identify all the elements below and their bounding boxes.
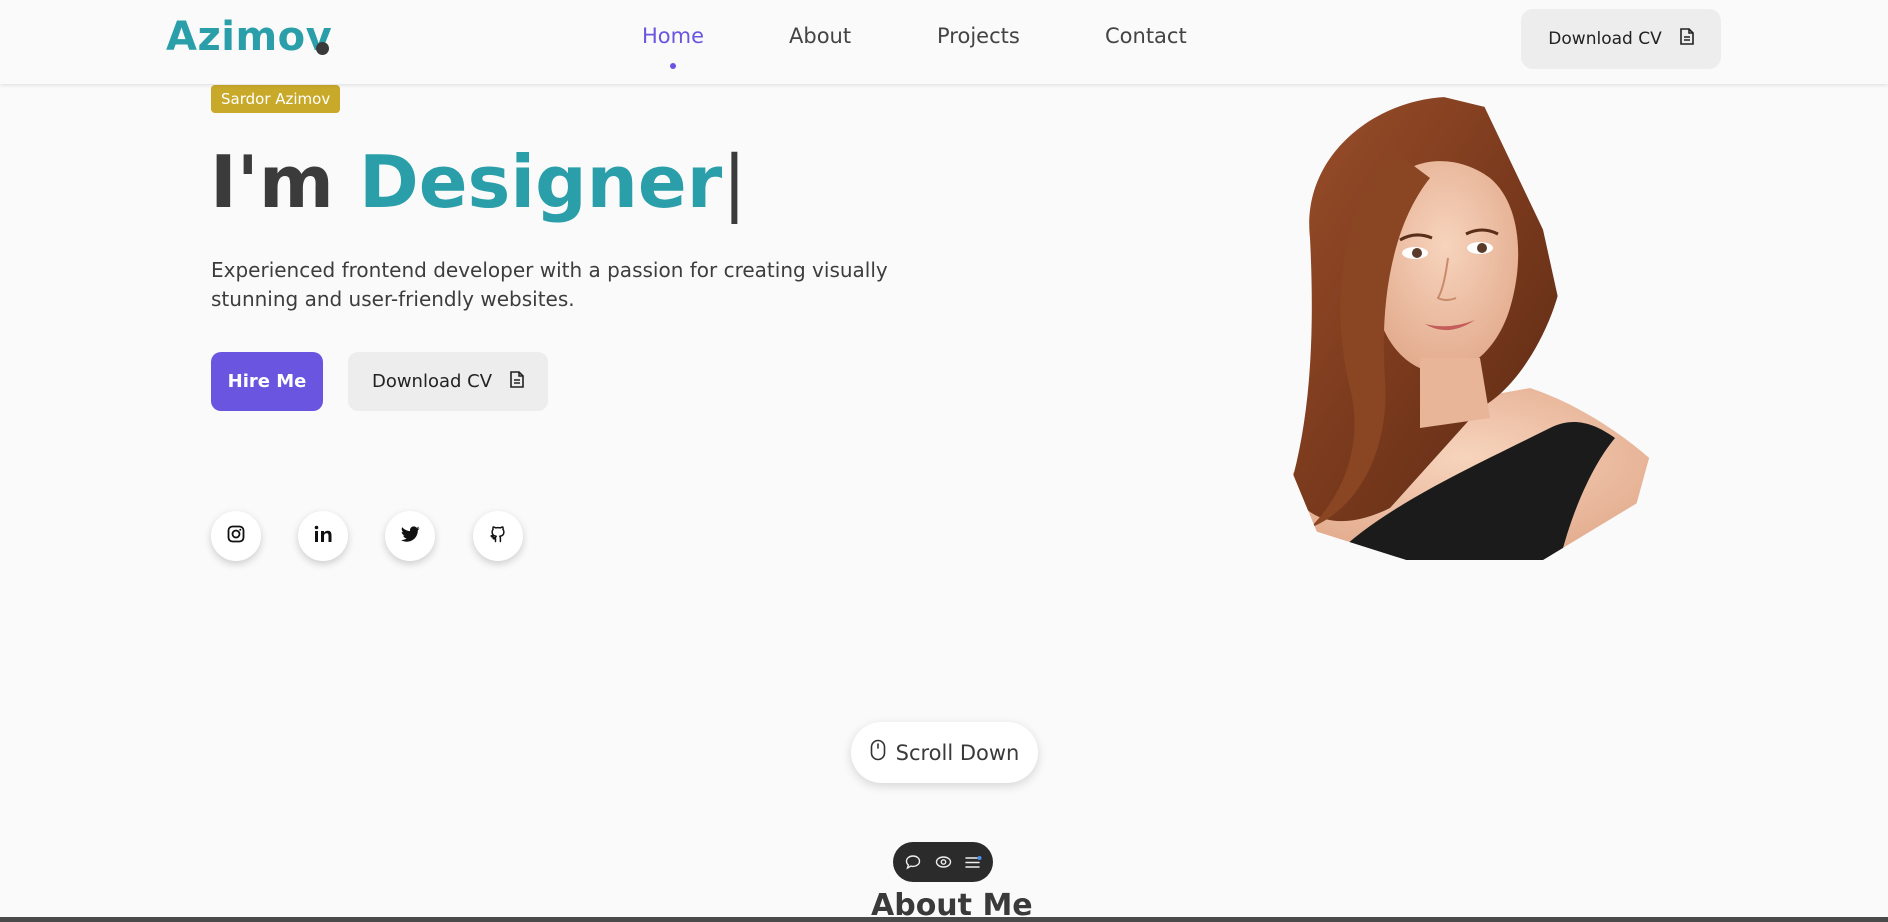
scroll-down-label: Scroll Down — [895, 740, 1020, 765]
logo-dot — [316, 42, 329, 55]
github-icon — [489, 525, 507, 547]
instagram-icon — [227, 525, 245, 547]
document-icon — [1679, 28, 1694, 50]
nav-about[interactable]: About — [789, 24, 851, 54]
twitter-link[interactable] — [385, 511, 435, 561]
download-cv-button[interactable]: Download CV — [348, 352, 548, 411]
linkedin-link[interactable] — [298, 511, 348, 561]
download-cv-label: Download CV — [371, 371, 493, 392]
comment-icon[interactable] — [903, 852, 923, 872]
instagram-link[interactable] — [211, 511, 261, 561]
mouse-icon — [870, 739, 886, 766]
profile-portrait — [1270, 88, 1660, 560]
nav-home[interactable]: Home — [642, 24, 704, 54]
hire-me-button[interactable]: Hire Me — [211, 352, 323, 411]
site-header: Azimov Home About Projects Contact Downl… — [0, 0, 1888, 84]
header-download-cv-label: Download CV — [1548, 29, 1662, 49]
twitter-icon — [400, 526, 420, 546]
scroll-down-button[interactable]: Scroll Down — [851, 722, 1038, 783]
typing-caret: | — [722, 140, 747, 224]
document-icon — [510, 370, 524, 393]
headline-role: Designer — [358, 140, 723, 224]
header-download-cv-button[interactable]: Download CV — [1521, 9, 1721, 69]
headline-prefix: I'm — [210, 140, 334, 224]
hero-headline: I'm Designer| — [210, 140, 746, 224]
list-icon[interactable] — [963, 852, 983, 872]
eye-icon[interactable] — [933, 852, 953, 872]
linkedin-icon — [314, 525, 333, 547]
window-bottom-edge — [0, 917, 1888, 922]
name-badge: Sardor Azimov — [211, 85, 341, 113]
github-link[interactable] — [473, 511, 523, 561]
nav-projects[interactable]: Projects — [937, 24, 1020, 54]
logo[interactable]: Azimov — [166, 14, 332, 60]
hero-description: Experienced frontend developer with a pa… — [211, 258, 888, 311]
nav-active-indicator — [670, 63, 676, 69]
nav-contact[interactable]: Contact — [1105, 24, 1187, 54]
floating-toolbar — [893, 842, 993, 882]
